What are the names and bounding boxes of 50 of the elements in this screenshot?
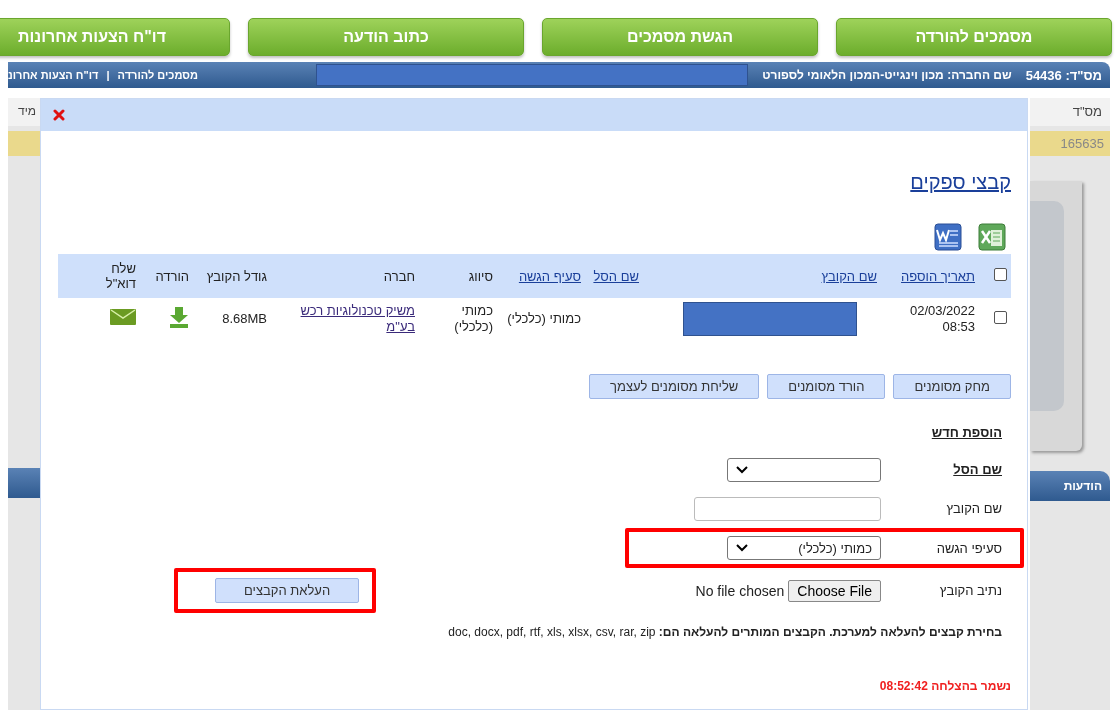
- table-cell: 165635: [1030, 131, 1110, 156]
- field-label: נתיב הקובץ: [938, 583, 1002, 598]
- spreadsheet-icon[interactable]: [977, 222, 1007, 252]
- supplier-id: מס"ד: 54436: [1025, 67, 1102, 83]
- link-separator: |: [106, 69, 110, 81]
- input-field[interactable]: [694, 496, 881, 521]
- chevron-icon: [736, 544, 748, 552]
- dropdown-field[interactable]: [727, 457, 881, 482]
- column-header: הורדה: [155, 268, 189, 284]
- column-sort-link[interactable]: שם הקובץ: [821, 268, 877, 284]
- success-message: נשמר בהצלחה 08:52:42: [878, 679, 1011, 693]
- column-sort-link[interactable]: תאריך הוספה: [901, 268, 975, 284]
- action-button[interactable]: הורד מסומנים: [767, 374, 886, 399]
- document-icon[interactable]: [933, 222, 963, 252]
- field-label: סעיפי הגשה: [935, 540, 1002, 556]
- column-header: חברה: [383, 268, 415, 284]
- column-sort-link[interactable]: סעיף הגשה: [518, 268, 581, 284]
- table-cell: 02/03/2022 08:53: [909, 303, 975, 334]
- choose-file-button[interactable]: Choose File: [788, 579, 881, 602]
- section-heading: הוספת חדש: [930, 425, 1003, 440]
- company-name: שם החברה: מכון וינגייט-המכון הלאומי לספורט: [762, 68, 1012, 82]
- section-bar: [8, 468, 40, 498]
- table-row-background: [8, 131, 40, 156]
- column-header: מס"ד: [1030, 98, 1110, 126]
- action-button[interactable]: מחק מסומנים: [893, 374, 1011, 399]
- file-status: No file chosen: [695, 582, 785, 599]
- column-header: סיווג: [468, 268, 493, 284]
- column-header: מיד: [8, 98, 40, 126]
- column-header: גודל הקובץ: [206, 268, 267, 284]
- company-link[interactable]: משיק טכנולוגיות רכש בע"מ: [275, 303, 415, 335]
- chevron-icon: [736, 465, 748, 474]
- table-cell: כמותי (כלכלי): [454, 303, 493, 334]
- nav-link[interactable]: מסמכים להורדה: [117, 69, 198, 81]
- upload-button[interactable]: העלאת הקבצים: [215, 578, 360, 603]
- section-tab[interactable]: הודעות: [1030, 471, 1110, 501]
- row-checkbox[interactable]: [994, 310, 1007, 324]
- dialog-title[interactable]: קבצי ספקים: [910, 171, 1011, 194]
- column-header: שלח דוא"ל: [105, 261, 136, 291]
- mail-icon[interactable]: [110, 309, 136, 325]
- table-cell: כמותי (כלכלי): [507, 311, 581, 326]
- close-icon[interactable]: [53, 109, 65, 121]
- nav-link[interactable]: דו"ח הצעות אחרונ: [8, 69, 99, 81]
- column-sort-link[interactable]: שם הסל: [593, 268, 639, 284]
- select-all-checkbox[interactable]: [994, 268, 1007, 281]
- field-label: שם הקובץ: [945, 501, 1002, 516]
- field-label: שם הסל: [952, 462, 1002, 477]
- download-icon[interactable]: [169, 306, 189, 328]
- table-cell: 8.68MB: [222, 311, 267, 326]
- dropdown-field[interactable]: כמותי (כלכלי): [727, 536, 881, 560]
- action-button[interactable]: שליחת מסומנים לעצמך: [589, 374, 760, 399]
